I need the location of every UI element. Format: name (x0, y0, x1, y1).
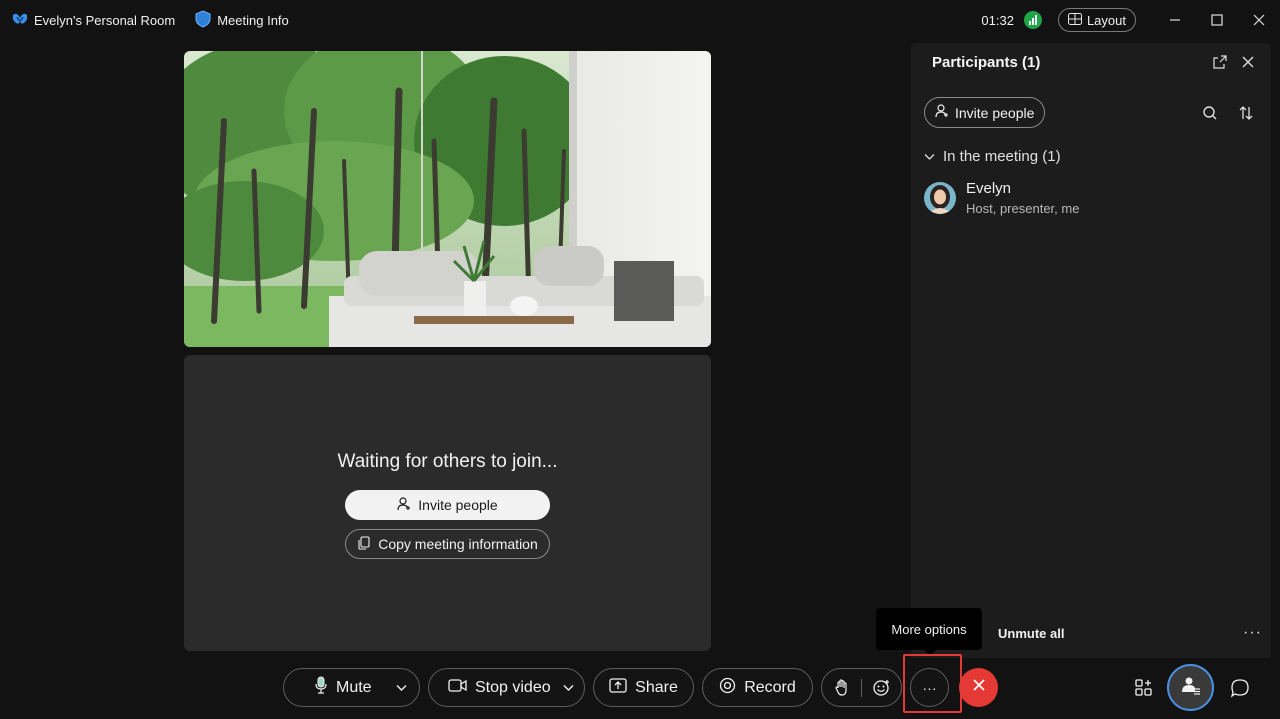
invite-people-label: Invite people (418, 497, 498, 513)
mute-label: Mute (336, 678, 372, 696)
participant-role: Host, presenter, me (966, 201, 1080, 216)
sort-icon[interactable] (1237, 104, 1255, 122)
close-icon[interactable] (1238, 0, 1280, 40)
layout-label: Layout (1086, 12, 1126, 28)
title-bar: Evelyn's Personal Room Meeting Info 01:3… (0, 0, 1280, 40)
meeting-info-button[interactable]: Meeting Info (195, 9, 289, 31)
participants-icon (1181, 675, 1201, 700)
mute-control: Mute (283, 668, 420, 707)
participant-row[interactable]: Evelyn Host, presenter, me (924, 180, 1079, 216)
webex-logo-icon (12, 12, 28, 29)
emoji-icon[interactable] (862, 679, 901, 697)
copy-icon (357, 535, 371, 553)
share-label: Share (635, 678, 678, 696)
self-video-tile[interactable] (184, 51, 711, 347)
chevron-down-icon (924, 148, 935, 165)
mute-button[interactable]: Mute (284, 676, 386, 699)
end-call-icon (972, 678, 986, 697)
search-icon[interactable] (1201, 104, 1219, 122)
signal-icon[interactable] (1023, 11, 1042, 29)
record-icon (719, 677, 736, 699)
layout-button[interactable]: Layout (1057, 8, 1136, 32)
highlight-box (903, 654, 962, 713)
close-panel-icon[interactable] (1239, 53, 1257, 71)
panel-invite-people-button[interactable]: Invite people (924, 97, 1046, 128)
participants-button[interactable] (1167, 664, 1214, 711)
share-button[interactable]: Share (593, 668, 694, 707)
microphone-icon (314, 676, 328, 699)
unmute-all-button[interactable]: Unmute all (998, 626, 1064, 641)
end-call-button[interactable] (959, 668, 998, 707)
participants-title: Participants (1) (932, 54, 1041, 71)
video-options-chevron-icon[interactable] (556, 684, 580, 692)
shield-icon (195, 9, 211, 31)
minimize-icon[interactable] (1154, 0, 1196, 40)
share-icon (609, 677, 627, 698)
reactions-group (821, 668, 902, 707)
panel-invite-label: Invite people (955, 104, 1035, 121)
apps-icon[interactable] (1124, 668, 1163, 707)
participant-name: Evelyn (966, 180, 1012, 197)
person-add-icon (935, 104, 949, 121)
mute-options-chevron-icon[interactable] (386, 684, 416, 692)
waiting-message: Waiting for others to join... (337, 451, 558, 472)
video-control: Stop video (428, 668, 585, 707)
room-name[interactable]: Evelyn's Personal Room (12, 12, 175, 29)
popout-icon[interactable] (1211, 53, 1229, 71)
room-name-label: Evelyn's Personal Room (34, 12, 176, 28)
invite-people-button[interactable]: Invite people (345, 490, 550, 520)
more-options-tooltip: More options (876, 608, 982, 656)
stop-video-button[interactable]: Stop video (429, 679, 556, 697)
record-label: Record (744, 678, 796, 696)
participants-panel: Participants (1) Invite people In the me… (911, 43, 1271, 658)
camera-icon (448, 678, 467, 697)
copy-meeting-info-button[interactable]: Copy meeting information (345, 529, 550, 559)
chat-icon[interactable] (1220, 668, 1259, 707)
layout-icon (1067, 12, 1082, 28)
record-button[interactable]: Record (702, 668, 813, 707)
panel-more-icon[interactable]: ··· (1243, 624, 1262, 642)
raise-hand-icon[interactable] (822, 678, 861, 697)
section-label: In the meeting (1) (943, 148, 1061, 165)
maximize-icon[interactable] (1196, 0, 1238, 40)
meeting-timer: 01:32 (981, 12, 1014, 28)
meeting-info-label: Meeting Info (217, 12, 289, 28)
in-meeting-section-toggle[interactable]: In the meeting (1) (924, 148, 1061, 165)
virtual-background-image (184, 51, 711, 347)
waiting-tile: Waiting for others to join... Invite peo… (184, 355, 711, 651)
person-add-icon (397, 496, 411, 514)
avatar (924, 182, 956, 214)
stop-video-label: Stop video (475, 678, 551, 696)
copy-meeting-info-label: Copy meeting information (378, 536, 538, 552)
